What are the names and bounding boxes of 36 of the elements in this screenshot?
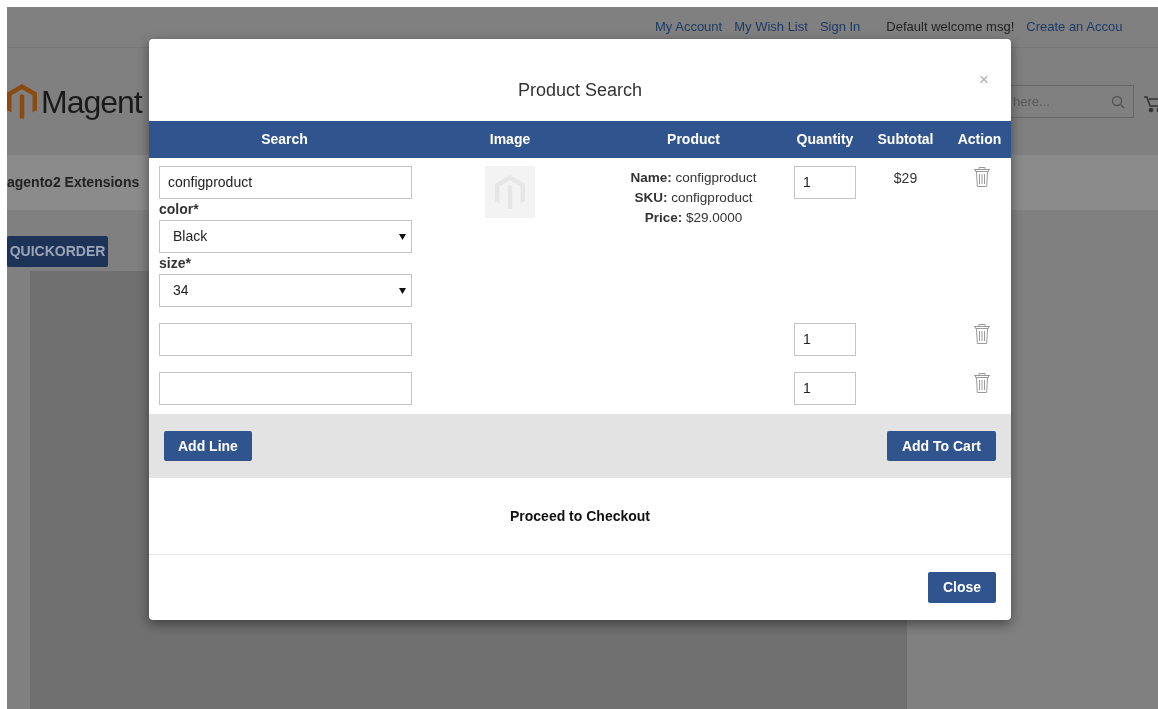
search-icon [1111, 94, 1125, 109]
column-header: Search [261, 130, 308, 149]
column-header: Subtotal [877, 130, 934, 149]
product-detail: Price: $29.0000 [644, 209, 743, 227]
welcome-message: Default welcome msg! [886, 18, 1015, 37]
quantity-input[interactable]: 1 [794, 166, 856, 199]
trash-icon[interactable] [972, 323, 991, 345]
product-detail: Name: configproduct [630, 169, 757, 187]
logo-text: Magent [41, 82, 143, 122]
trash-icon[interactable] [972, 372, 991, 394]
caret-icon [399, 287, 406, 294]
add-line-button[interactable]: Add Line [164, 431, 252, 461]
search-input[interactable]: configproduct [159, 166, 412, 199]
quantity-input[interactable]: 1 [794, 372, 856, 405]
caret-icon [399, 233, 406, 240]
option-label: size* [159, 254, 192, 273]
quantity-input[interactable]: 1 [794, 323, 856, 356]
option-dropdown[interactable]: Black [159, 220, 412, 253]
column-header: Quantity [796, 130, 854, 149]
column-header: Action [957, 130, 1002, 149]
option-dropdown[interactable]: 34 [159, 274, 412, 307]
add-to-cart-button[interactable]: Add To Cart [886, 431, 996, 461]
option-label: color* [159, 200, 200, 219]
dialog-title: Product Search [517, 78, 643, 102]
proceed-to-checkout-link[interactable]: Proceed to Checkout [510, 505, 650, 527]
close-button[interactable]: Close [927, 572, 996, 603]
subtotal-value: $29 [893, 169, 918, 188]
search-input[interactable] [159, 323, 412, 356]
column-header: Product [667, 130, 720, 149]
logo-icon [7, 84, 37, 119]
column-header: Image [489, 130, 531, 149]
trash-icon[interactable] [972, 166, 991, 188]
search-input[interactable] [159, 372, 412, 405]
product-detail: SKU: configproduct [634, 189, 753, 207]
quickorder-button[interactable]: QUICKORDER [7, 236, 108, 267]
nav-item[interactable]: agento2 Extensions [7, 172, 140, 193]
